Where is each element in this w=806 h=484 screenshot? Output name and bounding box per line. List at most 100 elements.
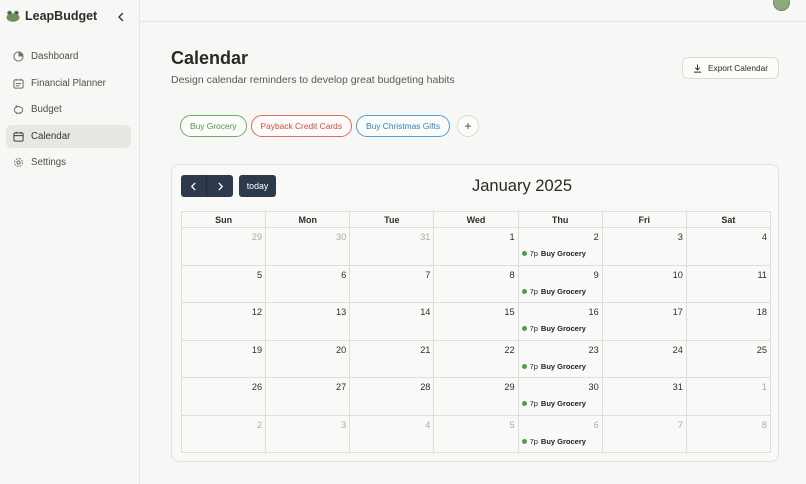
day-cell[interactable]: 1 — [685, 377, 772, 416]
day-number[interactable]: 9 — [594, 270, 599, 280]
day-cell[interactable]: 21 — [349, 339, 435, 378]
day-number[interactable]: 31 — [420, 232, 430, 242]
day-number[interactable]: 16 — [588, 307, 598, 317]
reminder-chip-buy-christmas-gifts[interactable]: Buy Christmas Gifts — [356, 115, 451, 137]
day-number[interactable]: 7 — [678, 420, 683, 430]
sidebar-item-settings[interactable]: Settings — [6, 151, 131, 174]
day-number[interactable]: 1 — [509, 232, 514, 242]
day-cell[interactable]: 8 — [433, 264, 519, 303]
day-cell[interactable]: 7 — [349, 264, 435, 303]
chevron-left-icon[interactable] — [115, 11, 127, 23]
day-number[interactable]: 6 — [341, 270, 346, 280]
day-cell[interactable]: 15 — [433, 302, 519, 341]
day-cell[interactable]: 3 — [265, 414, 351, 453]
day-cell[interactable]: 30 — [265, 227, 351, 266]
day-number[interactable]: 19 — [252, 345, 262, 355]
day-number[interactable]: 28 — [420, 382, 430, 392]
day-number[interactable]: 21 — [420, 345, 430, 355]
day-cell[interactable]: 20 — [265, 339, 351, 378]
day-cell[interactable]: 6 7p Buy Grocery — [517, 414, 603, 453]
day-cell[interactable]: 19 — [180, 339, 267, 378]
day-cell[interactable]: 28 — [349, 377, 435, 416]
day-cell[interactable]: 5 — [180, 264, 267, 303]
brand[interactable]: LeapBudget — [6, 9, 97, 23]
day-number[interactable]: 31 — [673, 382, 683, 392]
day-cell[interactable]: 18 — [685, 302, 772, 341]
day-number[interactable]: 29 — [504, 382, 514, 392]
day-number[interactable]: 8 — [509, 270, 514, 280]
day-cell[interactable]: 11 — [685, 264, 772, 303]
day-number[interactable]: 10 — [673, 270, 683, 280]
day-cell[interactable]: 23 7p Buy Grocery — [517, 339, 603, 378]
sidebar-item-financial-planner[interactable]: Financial Planner — [6, 72, 131, 95]
day-number[interactable]: 6 — [594, 420, 599, 430]
add-reminder-button[interactable]: + — [457, 115, 480, 137]
day-cell[interactable]: 29 — [433, 377, 519, 416]
day-number[interactable]: 4 — [762, 232, 767, 242]
day-number[interactable]: 5 — [257, 270, 262, 280]
reminder-chip-buy-grocery[interactable]: Buy Grocery — [180, 115, 247, 137]
day-number[interactable]: 7 — [425, 270, 430, 280]
day-number[interactable]: 2 — [257, 420, 262, 430]
day-cell[interactable]: 3 — [601, 227, 687, 266]
day-cell[interactable]: 17 — [601, 302, 687, 341]
day-cell[interactable]: 2 7p Buy Grocery — [517, 227, 603, 266]
day-number[interactable]: 15 — [504, 307, 514, 317]
calendar-event[interactable]: 7p Buy Grocery — [521, 399, 586, 408]
day-cell[interactable]: 14 — [349, 302, 435, 341]
day-cell[interactable]: 2 — [180, 414, 267, 453]
day-cell[interactable]: 26 — [180, 377, 267, 416]
calendar-event[interactable]: 7p Buy Grocery — [521, 437, 586, 446]
day-cell[interactable]: 12 — [180, 302, 267, 341]
day-number[interactable]: 25 — [757, 345, 767, 355]
day-cell[interactable]: 5 — [433, 414, 519, 453]
export-calendar-button[interactable]: Export Calendar — [682, 57, 779, 79]
day-cell[interactable]: 27 — [265, 377, 351, 416]
day-number[interactable]: 18 — [757, 307, 767, 317]
day-cell[interactable]: 31 — [601, 377, 687, 416]
day-number[interactable]: 22 — [504, 345, 514, 355]
calendar-event[interactable]: 7p Buy Grocery — [521, 362, 586, 371]
day-number[interactable]: 3 — [341, 420, 346, 430]
calendar-event[interactable]: 7p Buy Grocery — [521, 249, 586, 258]
day-number[interactable]: 27 — [336, 382, 346, 392]
day-number[interactable]: 5 — [509, 420, 514, 430]
day-cell[interactable]: 13 — [265, 302, 351, 341]
reminder-chip-payback-credit-cards[interactable]: Payback Credit Cards — [250, 115, 353, 137]
day-cell[interactable]: 16 7p Buy Grocery — [517, 302, 603, 341]
day-cell[interactable]: 25 — [685, 339, 772, 378]
day-number[interactable]: 30 — [336, 232, 346, 242]
day-number[interactable]: 2 — [594, 232, 599, 242]
sidebar-item-budget[interactable]: Budget — [6, 98, 131, 121]
day-number[interactable]: 14 — [420, 307, 430, 317]
day-cell[interactable]: 30 7p Buy Grocery — [517, 377, 603, 416]
day-cell[interactable]: 7 — [601, 414, 687, 453]
day-cell[interactable]: 31 — [349, 227, 435, 266]
day-cell[interactable]: 29 — [180, 227, 267, 266]
calendar-event[interactable]: 7p Buy Grocery — [521, 324, 586, 333]
day-cell[interactable]: 9 7p Buy Grocery — [517, 264, 603, 303]
day-cell[interactable]: 8 — [685, 414, 772, 453]
day-number[interactable]: 29 — [252, 232, 262, 242]
day-cell[interactable]: 22 — [433, 339, 519, 378]
day-cell[interactable]: 24 — [601, 339, 687, 378]
day-number[interactable]: 3 — [678, 232, 683, 242]
day-number[interactable]: 13 — [336, 307, 346, 317]
day-number[interactable]: 8 — [762, 420, 767, 430]
sidebar-item-dashboard[interactable]: Dashboard — [6, 45, 131, 68]
day-cell[interactable]: 10 — [601, 264, 687, 303]
day-number[interactable]: 1 — [762, 382, 767, 392]
day-cell[interactable]: 4 — [349, 414, 435, 453]
day-cell[interactable]: 1 — [433, 227, 519, 266]
day-number[interactable]: 26 — [252, 382, 262, 392]
day-number[interactable]: 4 — [425, 420, 430, 430]
day-number[interactable]: 23 — [588, 345, 598, 355]
day-number[interactable]: 11 — [757, 270, 767, 280]
day-number[interactable]: 17 — [673, 307, 683, 317]
day-number[interactable]: 24 — [673, 345, 683, 355]
day-cell[interactable]: 6 — [265, 264, 351, 303]
calendar-event[interactable]: 7p Buy Grocery — [521, 287, 586, 296]
day-cell[interactable]: 4 — [685, 227, 772, 266]
sidebar-item-calendar[interactable]: Calendar — [6, 124, 131, 148]
day-number[interactable]: 20 — [336, 345, 346, 355]
